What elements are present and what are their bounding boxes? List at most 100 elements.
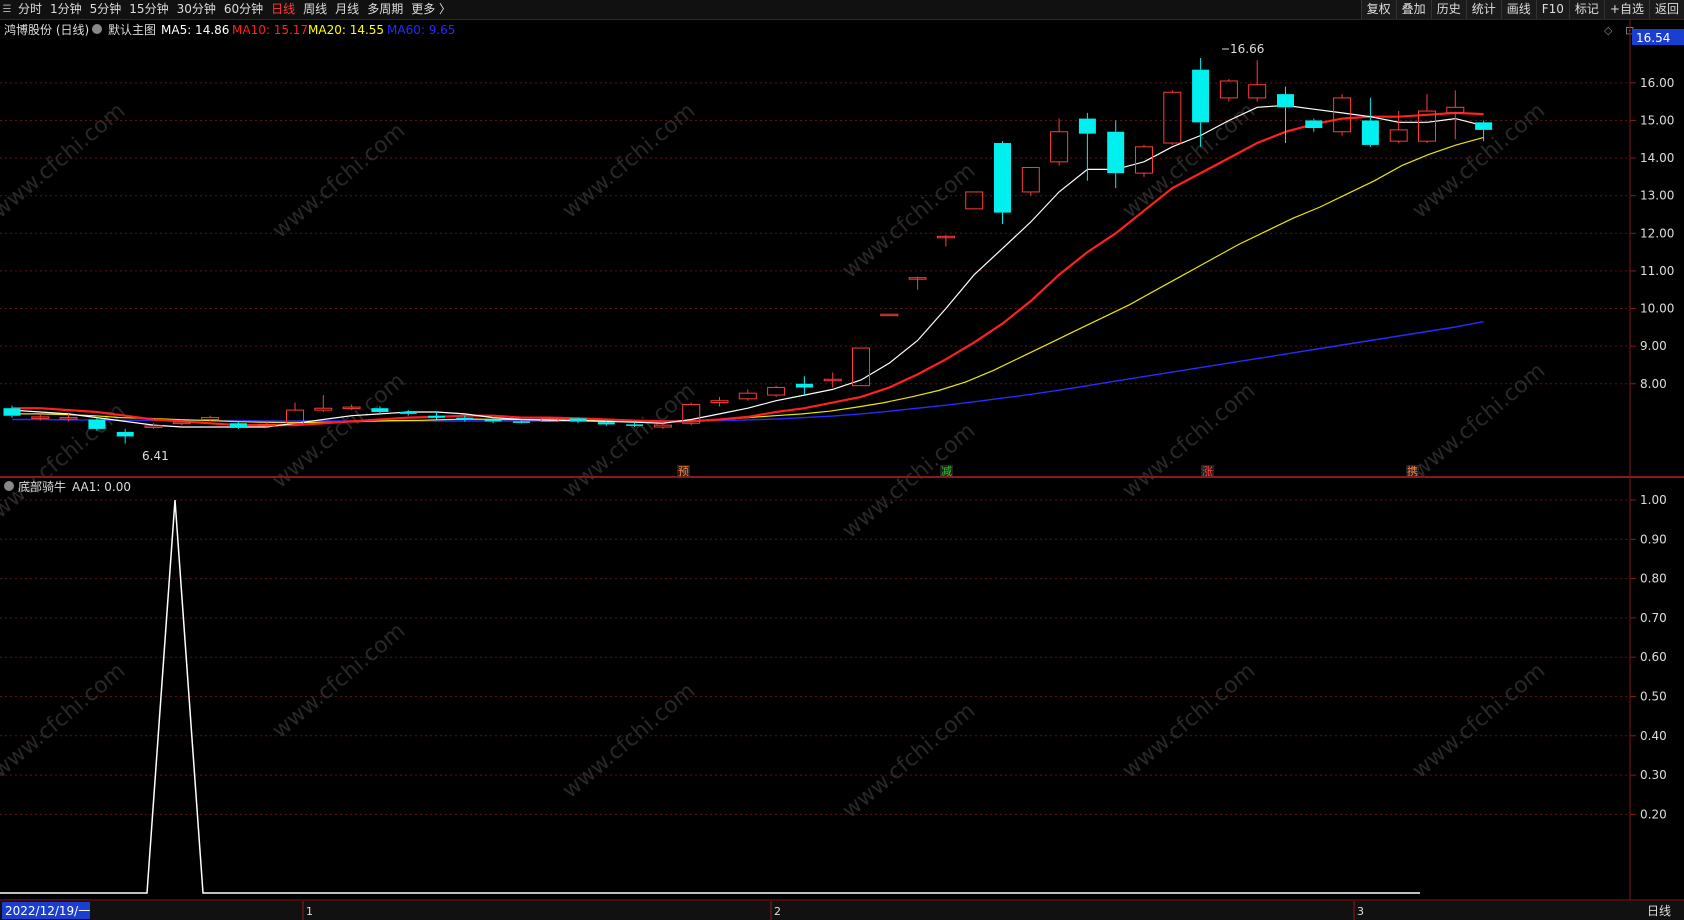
ma5-line	[11, 104, 1484, 428]
toolbar-button[interactable]: 统计	[1465, 0, 1501, 19]
candle	[116, 428, 134, 444]
candle	[1021, 166, 1040, 196]
period-tab[interactable]: 60分钟	[220, 0, 267, 19]
indicator-dropdown-icon[interactable]	[92, 24, 102, 34]
event-marker[interactable]: 携	[1407, 464, 1418, 478]
period-tab[interactable]: 分时	[14, 0, 46, 19]
candle-body	[1277, 94, 1294, 108]
watermark-text: www.cfchi.com	[0, 98, 130, 223]
toolbar-button[interactable]: 画线	[1500, 0, 1536, 19]
candle-body	[144, 425, 163, 428]
candle	[1107, 120, 1125, 189]
candle-body	[795, 383, 813, 388]
toolbar-button[interactable]: 标记	[1568, 0, 1604, 19]
toolbar-button[interactable]: +自选	[1603, 0, 1649, 19]
date-cursor-text: 2022/12/19/一	[5, 904, 90, 918]
candle	[1163, 90, 1182, 145]
watermark-text: www.cfchi.com	[1408, 98, 1550, 223]
candle-body	[965, 191, 984, 210]
sub-indicator-name[interactable]: 底部骑牛	[18, 479, 66, 494]
period-toolbar: ☰ 分时 1分钟 5分钟 15分钟 30分钟 60分钟 日线 周线 月线 多周期 更多 〉 复权 叠加…	[0, 0, 1684, 20]
price-tick-label: 16.00	[1640, 76, 1674, 90]
toolbar-button[interactable]: 返回	[1648, 0, 1684, 19]
watermark-text: www.cfchi.com	[1118, 378, 1260, 503]
sub-axis-ticks: 1.00 0.90 0.80 0.70 0.60 0.50 0.40 0.30 0.20	[1630, 493, 1667, 821]
candle	[795, 376, 813, 396]
toolbar-button[interactable]: F10	[1535, 0, 1569, 19]
sub-indicator-dropdown-icon[interactable]	[4, 481, 14, 491]
candle-body	[484, 419, 502, 422]
candle-body	[1078, 118, 1096, 134]
chart-area: www.cfchi.com www.cfchi.com www.cfchi.com w…	[0, 19, 1684, 920]
candle	[880, 313, 899, 317]
period-tab[interactable]: 15分钟	[125, 0, 172, 19]
candle-body	[1107, 131, 1125, 174]
main-indicator-name[interactable]: 默认主图	[108, 22, 156, 37]
moving-average-lines	[11, 104, 1484, 428]
candle-body	[1163, 91, 1182, 144]
watermark-text: www.cfchi.com	[838, 158, 980, 283]
period-status-label: 日线	[1647, 904, 1671, 918]
period-tab[interactable]: 月线	[331, 0, 363, 19]
candle	[1305, 118, 1323, 132]
candle-body	[908, 277, 927, 280]
watermark-text: www.cfchi.com	[1408, 658, 1550, 783]
candle-body	[1021, 166, 1040, 193]
period-tab[interactable]: 周线	[299, 0, 331, 19]
high-price-label: 16.66	[1230, 42, 1264, 56]
ma60-label: MA60: 9.65	[387, 23, 455, 37]
candle-body	[569, 418, 587, 422]
candle-body	[710, 400, 729, 404]
candle	[965, 191, 984, 210]
candle-body	[1389, 129, 1408, 142]
candle	[399, 410, 417, 416]
candle-body	[1305, 120, 1323, 128]
ma5-label: MA5: 14.86	[161, 23, 229, 37]
watermark-text: www.cfchi.com	[558, 378, 700, 503]
month-tick-2: 2	[774, 905, 781, 918]
period-tab[interactable]: 1分钟	[46, 0, 86, 19]
candle-body	[823, 378, 842, 382]
candle-body	[597, 422, 615, 425]
candle-body	[880, 313, 899, 317]
watermark-text: www.cfchi.com	[838, 698, 980, 823]
candle-body	[399, 411, 417, 414]
candle-body	[3, 408, 21, 416]
ma10-label: MA10: 15.17	[232, 23, 308, 37]
candle	[994, 141, 1011, 224]
watermark-text: www.cfchi.com	[838, 418, 980, 543]
candle-body	[1192, 69, 1210, 123]
candle-body	[428, 415, 445, 418]
period-tab[interactable]: 多周期	[363, 0, 407, 19]
sub-tick-label: 0.90	[1640, 532, 1667, 546]
ma60-line	[12, 321, 1484, 422]
menu-icon[interactable]: ☰	[0, 0, 14, 19]
period-tab[interactable]: 更多 〉	[407, 0, 455, 19]
period-tab[interactable]: 日线	[267, 0, 299, 19]
candle-body	[88, 419, 106, 429]
candle	[229, 421, 247, 429]
month-tick-3: 3	[1357, 905, 1364, 918]
watermark-text: www.cfchi.com	[268, 618, 410, 743]
candle-body	[1050, 131, 1069, 163]
candle	[908, 276, 927, 290]
watermark-text: www.cfchi.com	[558, 98, 700, 223]
toolbar-button[interactable]: 历史	[1430, 0, 1466, 19]
candle-body	[229, 423, 247, 428]
candle-body	[371, 408, 389, 412]
right-toolbar: 复权 叠加 历史 统计 画线 F10 标记 +自选 返回	[1360, 0, 1684, 19]
candle-body	[456, 417, 474, 420]
candle-body	[1475, 122, 1493, 130]
watermark-text: www.cfchi.com	[1118, 98, 1260, 223]
ma20-line	[12, 136, 1484, 424]
period-tab[interactable]: 30分钟	[173, 0, 220, 19]
candle	[1418, 94, 1436, 144]
watermark-text: www.cfchi.com	[558, 678, 700, 803]
toolbar-button[interactable]: 叠加	[1395, 0, 1431, 19]
toolbar-button[interactable]: 复权	[1360, 0, 1396, 19]
current-price-text: 16.54	[1636, 31, 1670, 45]
period-tab[interactable]: 5分钟	[86, 0, 126, 19]
sub-tick-label: 0.70	[1640, 611, 1667, 625]
price-tick-label: 8.00	[1640, 377, 1667, 391]
diamond-icon[interactable]: ◇	[1604, 24, 1613, 37]
